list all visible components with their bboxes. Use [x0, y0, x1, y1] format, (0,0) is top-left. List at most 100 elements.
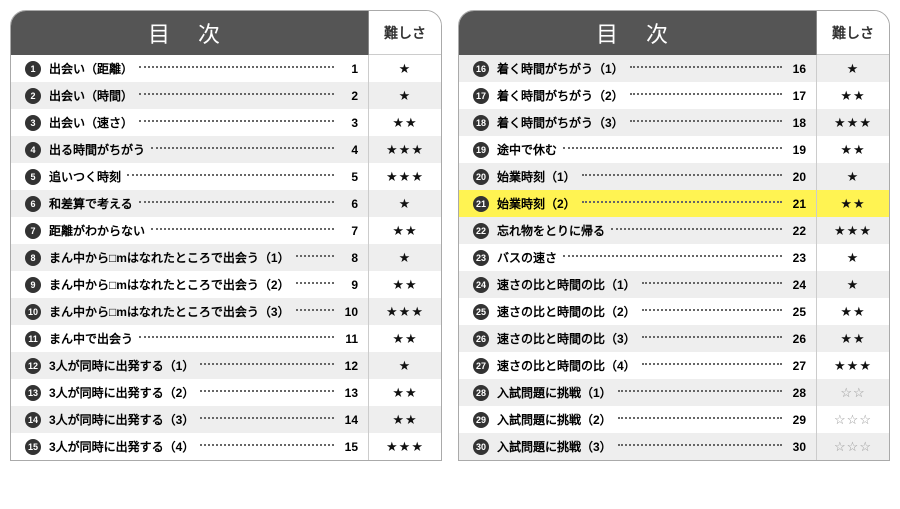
- toc-row: 17着く時間がちがう（2）17★★: [459, 82, 889, 109]
- toc-row: 10まん中から□mはなれたところで出会う（3）10★★★: [11, 298, 441, 325]
- difficulty-stars: ★: [369, 196, 441, 212]
- item-title: 出会い（速さ）: [49, 114, 133, 131]
- page-number: 3: [340, 116, 358, 130]
- dot-leader: [139, 120, 334, 122]
- page-number: 23: [788, 251, 806, 265]
- dot-leader: [139, 93, 334, 95]
- dot-leader: [139, 336, 334, 338]
- difficulty-stars: ★★: [817, 88, 889, 104]
- toc-row: 3出会い（速さ）3★★: [11, 109, 441, 136]
- toc-main-cell: 24速さの比と時間の比（1）24: [459, 271, 817, 298]
- item-title: バスの速さ: [497, 249, 557, 266]
- difficulty-stars: ★★: [369, 331, 441, 347]
- dot-leader: [582, 174, 782, 176]
- item-title: 途中で休む: [497, 141, 557, 158]
- page-number: 6: [340, 197, 358, 211]
- dot-leader: [630, 66, 782, 68]
- item-title: 始業時刻（1）: [497, 168, 576, 185]
- toc-row: 8まん中から□mはなれたところで出会う（1）8★: [11, 244, 441, 271]
- item-number-badge: 23: [473, 250, 489, 266]
- difficulty-stars: ☆☆: [817, 385, 889, 401]
- toc-main-cell: 8 まん中から□mはなれたところで出会う（1） 8: [11, 244, 369, 271]
- toc-main-cell: 10まん中から□mはなれたところで出会う（3）10: [11, 298, 369, 325]
- item-number-badge: 10: [25, 304, 41, 320]
- toc-main-cell: 153人が同時に出発する（4）15: [11, 433, 369, 460]
- toc-rows-left: 1出会い（距離）1★2出会い（時間）2★3出会い（速さ）3★★4出る時間がちがう…: [11, 55, 441, 460]
- toc-row: 18着く時間がちがう（3）18★★★: [459, 109, 889, 136]
- page-number: 7: [340, 224, 358, 238]
- toc-main-cell: 133人が同時に出発する（2）13: [11, 379, 369, 406]
- toc-row: 1出会い（距離）1★: [11, 55, 441, 82]
- toc-row: 21始業時刻（2）21★★: [459, 190, 889, 217]
- page-number: 22: [788, 224, 806, 238]
- item-number-badge: 6: [25, 196, 41, 212]
- toc-main-cell: 5 追いつく時刻 5: [11, 163, 369, 190]
- difficulty-header: 難しさ: [817, 11, 889, 55]
- dot-leader: [127, 174, 334, 176]
- item-number-badge: 21: [473, 196, 489, 212]
- toc-row: 16着く時間がちがう（1）16★: [459, 55, 889, 82]
- page-number: 21: [788, 197, 806, 211]
- item-title: まん中から□mはなれたところで出会う（1）: [49, 249, 290, 266]
- toc-row: 25速さの比と時間の比（2）25★★: [459, 298, 889, 325]
- dot-leader: [296, 282, 334, 284]
- item-title: 速さの比と時間の比（2）: [497, 303, 636, 320]
- dot-leader: [642, 336, 782, 338]
- toc-main-cell: 27速さの比と時間の比（4）27: [459, 352, 817, 379]
- page-number: 28: [788, 386, 806, 400]
- item-number-badge: 25: [473, 304, 489, 320]
- item-title: 距離がわからない: [49, 222, 145, 239]
- item-title: 追いつく時刻: [49, 168, 121, 185]
- item-title: 入試問題に挑戦（1）: [497, 384, 612, 401]
- difficulty-stars: ★★: [817, 142, 889, 158]
- toc-row: 133人が同時に出発する（2）13★★: [11, 379, 441, 406]
- toc-main-cell: 21 始業時刻（2） 21: [459, 190, 817, 217]
- toc-row: 7距離がわからない7★★: [11, 217, 441, 244]
- item-number-badge: 8: [25, 250, 41, 266]
- toc-main-cell: 18着く時間がちがう（3）18: [459, 109, 817, 136]
- toc-main-cell: 6和差算で考える6: [11, 190, 369, 217]
- dot-leader: [642, 363, 782, 365]
- dot-leader: [582, 201, 782, 203]
- dot-leader: [618, 417, 782, 419]
- dot-leader: [563, 147, 782, 149]
- page-number: 14: [340, 413, 358, 427]
- page-number: 18: [788, 116, 806, 130]
- item-title: 速さの比と時間の比（1）: [497, 276, 636, 293]
- item-title: まん中から□mはなれたところで出会う（3）: [49, 303, 290, 320]
- toc-row: 23バスの速さ23★: [459, 244, 889, 271]
- page-number: 5: [340, 170, 358, 184]
- dot-leader: [611, 228, 782, 230]
- item-title: 出る時間がちがう: [49, 141, 145, 158]
- dot-leader: [642, 309, 782, 311]
- item-number-badge: 5: [25, 169, 41, 185]
- item-title: 始業時刻（2）: [497, 195, 576, 212]
- page-number: 15: [340, 440, 358, 454]
- dot-leader: [630, 93, 782, 95]
- item-title: まん中で出会う: [49, 330, 133, 347]
- page-number: 19: [788, 143, 806, 157]
- toc-main-cell: 25速さの比と時間の比（2）25: [459, 298, 817, 325]
- page-number: 8: [340, 251, 358, 265]
- item-title: 忘れ物をとりに帰る: [497, 222, 605, 239]
- toc-row: 29入試問題に挑戦（2）29☆☆☆: [459, 406, 889, 433]
- page-number: 26: [788, 332, 806, 346]
- toc-panel-right: 目 次 難しさ 16着く時間がちがう（1）16★17着く時間がちがう（2）17★…: [458, 10, 890, 461]
- page-number: 24: [788, 278, 806, 292]
- difficulty-stars: ★★: [369, 412, 441, 428]
- dot-leader: [151, 228, 334, 230]
- dot-leader: [151, 147, 334, 149]
- item-title: 3人が同時に出発する（3）: [49, 411, 194, 428]
- dot-leader: [618, 444, 782, 446]
- item-title: 速さの比と時間の比（3）: [497, 330, 636, 347]
- toc-row: 9まん中から□mはなれたところで出会う（2）9★★: [11, 271, 441, 298]
- toc-rows-right: 16着く時間がちがう（1）16★17着く時間がちがう（2）17★★18着く時間が…: [459, 55, 889, 460]
- difficulty-stars: ★★: [369, 385, 441, 401]
- item-title: 入試問題に挑戦（3）: [497, 438, 612, 455]
- toc-row: 27速さの比と時間の比（4）27★★★: [459, 352, 889, 379]
- page-number: 2: [340, 89, 358, 103]
- dot-leader: [618, 390, 782, 392]
- item-title: 3人が同時に出発する（4）: [49, 438, 194, 455]
- toc-row: 22忘れ物をとりに帰る22★★★: [459, 217, 889, 244]
- toc-main-cell: 2出会い（時間）2: [11, 82, 369, 109]
